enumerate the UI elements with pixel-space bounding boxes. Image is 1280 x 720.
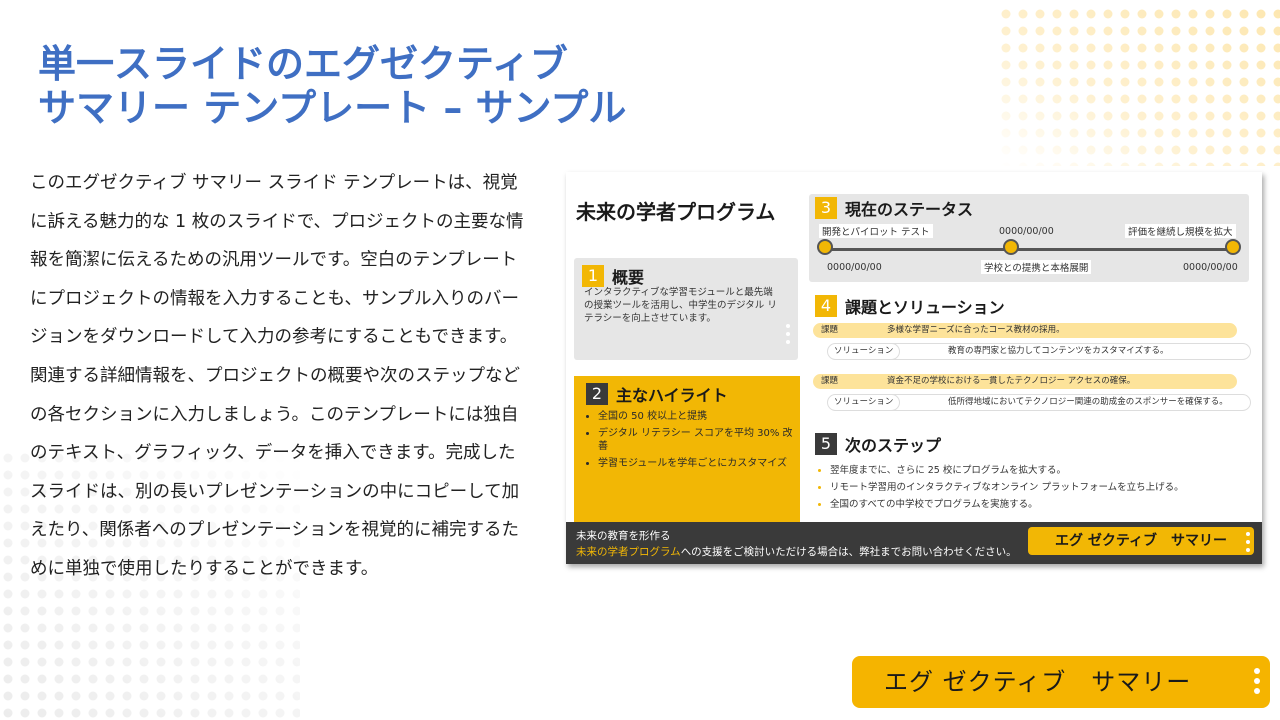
footer-line1: 未来の教育を形作る — [576, 530, 671, 542]
challenges-title: 課題とソリューション — [845, 298, 1005, 317]
solution-label: ソリューション — [828, 344, 900, 359]
challenges-header: 4 課題とソリューション — [815, 294, 1005, 318]
solution-text: 教育の専門家と協力してコンテンツをカスタマイズする。 — [948, 346, 1169, 356]
overview-title: 概要 — [612, 268, 645, 287]
timeline-dot — [1003, 239, 1019, 255]
challenges-number: 4 — [815, 295, 837, 317]
milestone-date: 0000/00/00 — [1183, 262, 1238, 273]
executive-summary-button[interactable]: エグ ゼクティブ サマリー — [852, 656, 1270, 708]
solution-label: ソリューション — [828, 395, 900, 410]
footer-highlight: 未来の学者プログラム — [576, 546, 681, 558]
decorative-dots-top-right — [998, 6, 1280, 166]
challenge-label: 課題 — [821, 376, 839, 386]
executive-summary-label: エグ ゼクティブ サマリー — [884, 668, 1192, 696]
status-number: 3 — [815, 197, 837, 219]
solution-row: 低所得地域においてテクノロジー関連の助成金のスポンサーを確保する。 — [878, 395, 1250, 410]
list-item: 全国のすべての中学校でプログラムを実施する。 — [830, 496, 1184, 513]
list-item: 翌年度までに、さらに 25 校にプログラムを拡大する。 — [830, 462, 1184, 479]
next-steps-title: 次のステップ — [845, 436, 942, 455]
overview-section: 1 概要 インタラクティブな学習モジュールと最先端の授業ツールを活用し、中学生の… — [574, 258, 798, 360]
status-section: 3 現在のステータス 開発とパイロット テスト 0000/00/00 0000/… — [809, 194, 1249, 282]
page-title-line1: 単一スライドのエグゼクティブ — [38, 42, 568, 86]
challenge-text: 多様な学習ニーズに合ったコース教材の採用。 — [887, 325, 1065, 335]
overview-header: 1 概要 — [582, 264, 644, 288]
challenge-label: 課題 — [821, 325, 839, 335]
list-item: 学習モジュールを学年ごとにカスタマイズ — [598, 457, 794, 470]
highlights-list: 全国の 50 校以上と提携 デジタル リテラシー スコアを平均 30% 改善 学… — [584, 410, 794, 474]
slide-preview: 未来の学者プログラム 1 概要 インタラクティブな学習モジュールと最先端の授業ツ… — [566, 172, 1262, 564]
footer-line2: 未来の学者プログラムへの支援をご検討いただける場合は、弊社までお問い合わせくださ… — [576, 544, 1017, 559]
footer-line2-text: への支援をご検討いただける場合は、弊社までお問い合わせください。 — [680, 546, 1017, 558]
timeline-line — [825, 248, 1235, 251]
milestone-date: 0000/00/00 — [999, 226, 1054, 237]
milestone-date: 0000/00/00 — [827, 262, 882, 273]
list-item: リモート学習用のインタラクティブなオンライン プラットフォームを立ち上げる。 — [830, 479, 1184, 496]
challenge-text: 資金不足の学校における一貫したテクノロジー アクセスの確保。 — [887, 376, 1136, 386]
description-text: このエグゼクティブ サマリー スライド テンプレートは、視覚に訴える魅力的な 1… — [30, 173, 524, 579]
next-steps-header: 5 次のステップ — [815, 432, 941, 456]
slide-executive-summary-label: エグ ゼクティブ サマリー — [1054, 533, 1228, 549]
more-vertical-icon — [786, 324, 790, 348]
status-title: 現在のステータス — [845, 200, 974, 219]
milestone-label: 学校との提携と本格展開 — [981, 260, 1092, 274]
page-title-line2: サマリー テンプレート – サンプル — [38, 86, 627, 130]
next-steps-number: 5 — [815, 433, 837, 455]
highlights-title: 主なハイライト — [616, 386, 728, 405]
list-item: 全国の 50 校以上と提携 — [598, 410, 794, 423]
overview-text: インタラクティブな学習モジュールと最先端の授業ツールを活用し、中学生のデジタル … — [584, 287, 777, 324]
highlights-header: 2 主なハイライト — [586, 382, 728, 406]
challenge-row: 課題 多様な学習ニーズに合ったコース教材の採用。 — [813, 323, 1237, 338]
next-steps-list: 翌年度までに、さらに 25 校にプログラムを拡大する。 リモート学習用のインタラ… — [818, 462, 1184, 513]
milestone-label: 評価を継続し規模を拡大 — [1125, 224, 1236, 238]
slide-footer: 未来の教育を形作る 未来の学者プログラムへの支援をご検討いただける場合は、弊社ま… — [566, 522, 1262, 564]
milestone-label: 開発とパイロット テスト — [819, 224, 933, 238]
page-title: 単一スライドのエグゼクティブ サマリー テンプレート – サンプル — [38, 42, 626, 130]
list-item: デジタル リテラシー スコアを平均 30% 改善 — [598, 427, 794, 453]
solution-row: 教育の専門家と協力してコンテンツをカスタマイズする。 — [878, 344, 1250, 359]
slide-title: 未来の学者プログラム — [576, 200, 776, 224]
slide-executive-summary-button: エグ ゼクティブ サマリー — [1028, 527, 1254, 555]
status-header: 3 現在のステータス — [815, 196, 973, 220]
overview-number: 1 — [582, 265, 604, 287]
solution-text: 低所得地域においてテクノロジー関連の助成金のスポンサーを確保する。 — [948, 397, 1228, 407]
more-vertical-icon — [1246, 532, 1250, 556]
highlights-number: 2 — [586, 383, 608, 405]
timeline-dot — [1225, 239, 1241, 255]
challenge-row: 課題 資金不足の学校における一貫したテクノロジー アクセスの確保。 — [813, 374, 1237, 389]
timeline-dot — [817, 239, 833, 255]
more-vertical-icon — [1254, 668, 1260, 698]
